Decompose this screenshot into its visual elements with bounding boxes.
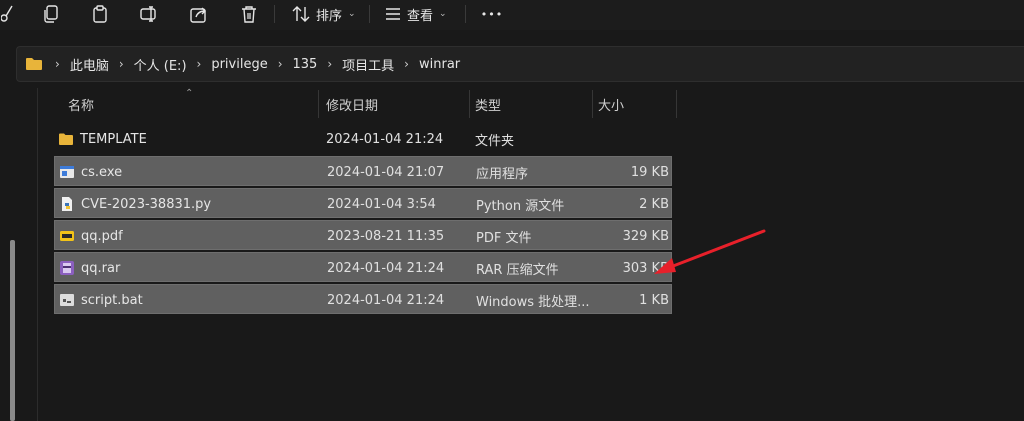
file-name: cs.exe: [81, 164, 123, 180]
python-file-icon: [62, 197, 72, 211]
breadcrumb-project-tools[interactable]: 项目工具: [342, 55, 394, 74]
breadcrumb-drive-e[interactable]: 个人 (E:): [134, 55, 187, 74]
share-button[interactable]: [188, 2, 210, 26]
file-name: CVE-2023-38831.py: [81, 196, 212, 212]
bat-icon: [60, 294, 74, 306]
file-size: 1 KB: [639, 292, 669, 308]
file-name: qq.pdf: [81, 228, 123, 244]
file-type: 文件夹: [475, 133, 515, 149]
file-row[interactable]: TEMPLATE 2024-01-04 21:24 文件夹: [54, 124, 672, 154]
view-button[interactable]: 查看 ⌄: [385, 2, 453, 26]
file-row[interactable]: qq.pdf 2023-08-21 11:35 PDF 文件 329 KB: [54, 220, 672, 250]
file-date: 2024-01-04 21:07: [327, 164, 445, 180]
file-size: 2 KB: [639, 196, 669, 212]
chevron-down-icon: ⌄: [439, 9, 447, 19]
rar-icon: [60, 261, 74, 275]
pdf-icon: [60, 231, 74, 241]
file-date: 2023-08-21 11:35: [327, 228, 445, 244]
toolbar-divider: [274, 5, 275, 23]
file-name: qq.rar: [81, 260, 121, 276]
sort-label: 排序: [316, 8, 343, 24]
folder-icon: [59, 133, 73, 145]
navigation-pane-divider[interactable]: [37, 88, 38, 421]
chevron-right-icon: ›: [55, 57, 60, 71]
exe-icon: [60, 166, 74, 178]
chevron-right-icon[interactable]: ›: [327, 57, 332, 71]
chevron-right-icon[interactable]: ›: [119, 57, 124, 71]
trash-icon: [242, 6, 256, 23]
clipboard-icon: [93, 5, 107, 23]
breadcrumb-privilege[interactable]: privilege: [211, 57, 267, 72]
copy-button[interactable]: [40, 2, 62, 26]
more-options-button[interactable]: •••: [480, 2, 504, 26]
column-resize-handle[interactable]: [676, 90, 677, 118]
sort-ascending-icon: ⌃: [185, 88, 194, 99]
sort-arrows-icon: [292, 6, 310, 22]
file-size: 303 KB: [622, 260, 669, 276]
breadcrumb-winrar[interactable]: winrar: [419, 57, 460, 72]
breadcrumb-this-pc[interactable]: 此电脑: [70, 55, 109, 74]
file-size: [598, 124, 668, 154]
file-type: RAR 压缩文件: [476, 262, 559, 278]
file-type: PDF 文件: [476, 230, 532, 246]
view-label: 查看: [407, 8, 434, 24]
toolbar-divider: [465, 5, 466, 23]
chevron-down-icon: ⌄: [348, 9, 356, 19]
chevron-right-icon[interactable]: ›: [278, 57, 283, 71]
chevron-right-icon[interactable]: ›: [404, 57, 409, 71]
cut-button[interactable]: [0, 2, 14, 26]
sort-button[interactable]: 排序 ⌄: [292, 2, 360, 26]
toolbar-divider: [369, 5, 370, 23]
folder-icon: [26, 58, 42, 70]
rename-icon: [140, 6, 156, 22]
share-icon: [190, 7, 206, 23]
command-bar: 排序 ⌄ 查看 ⌄ •••: [0, 0, 1024, 30]
file-date: 2024-01-04 3:54: [327, 196, 436, 212]
file-type: Python 源文件: [476, 198, 565, 214]
file-size: 329 KB: [622, 228, 669, 244]
scissors-icon: [1, 5, 13, 22]
file-date: 2024-01-04 21:24: [327, 260, 445, 276]
file-date: 2024-01-04 21:24: [327, 292, 445, 308]
copy-icon: [44, 5, 58, 23]
delete-button[interactable]: [238, 2, 260, 26]
column-resize-handle[interactable]: [318, 90, 319, 118]
file-size: 19 KB: [630, 164, 669, 180]
file-explorer-window: 排序 ⌄ 查看 ⌄ ••• › 此电脑 › 个人 (E:) › privileg…: [0, 0, 1024, 421]
list-view-icon: [386, 8, 400, 20]
file-date: 2024-01-04 21:24: [326, 131, 444, 147]
column-header-size[interactable]: 大小: [592, 88, 676, 120]
file-name: script.bat: [81, 292, 143, 308]
file-type: Windows 批处理...: [476, 294, 590, 310]
breadcrumb-135[interactable]: 135: [293, 57, 318, 72]
navigation-pane-scrollbar[interactable]: [10, 240, 15, 421]
paste-button[interactable]: [89, 2, 111, 26]
column-header: 名称 修改日期 类型 大小: [0, 88, 1024, 120]
chevron-right-icon[interactable]: ›: [197, 57, 202, 71]
file-row[interactable]: script.bat 2024-01-04 21:24 Windows 批处理.…: [54, 284, 672, 314]
file-name: TEMPLATE: [80, 131, 147, 147]
file-type: 应用程序: [476, 166, 529, 182]
column-header-type[interactable]: 类型: [469, 88, 591, 120]
file-row[interactable]: cs.exe 2024-01-04 21:07 应用程序 19 KB: [54, 156, 672, 186]
file-row[interactable]: CVE-2023-38831.py 2024-01-04 3:54 Python…: [54, 188, 672, 218]
rename-button[interactable]: [138, 2, 160, 26]
more-dots-icon: •••: [480, 7, 504, 21]
column-header-date[interactable]: 修改日期: [320, 88, 468, 120]
file-row[interactable]: qq.rar 2024-01-04 21:24 RAR 压缩文件 303 KB: [54, 252, 672, 282]
address-bar[interactable]: › 此电脑 › 个人 (E:) › privilege › 135 › 项目工具…: [16, 46, 1024, 82]
